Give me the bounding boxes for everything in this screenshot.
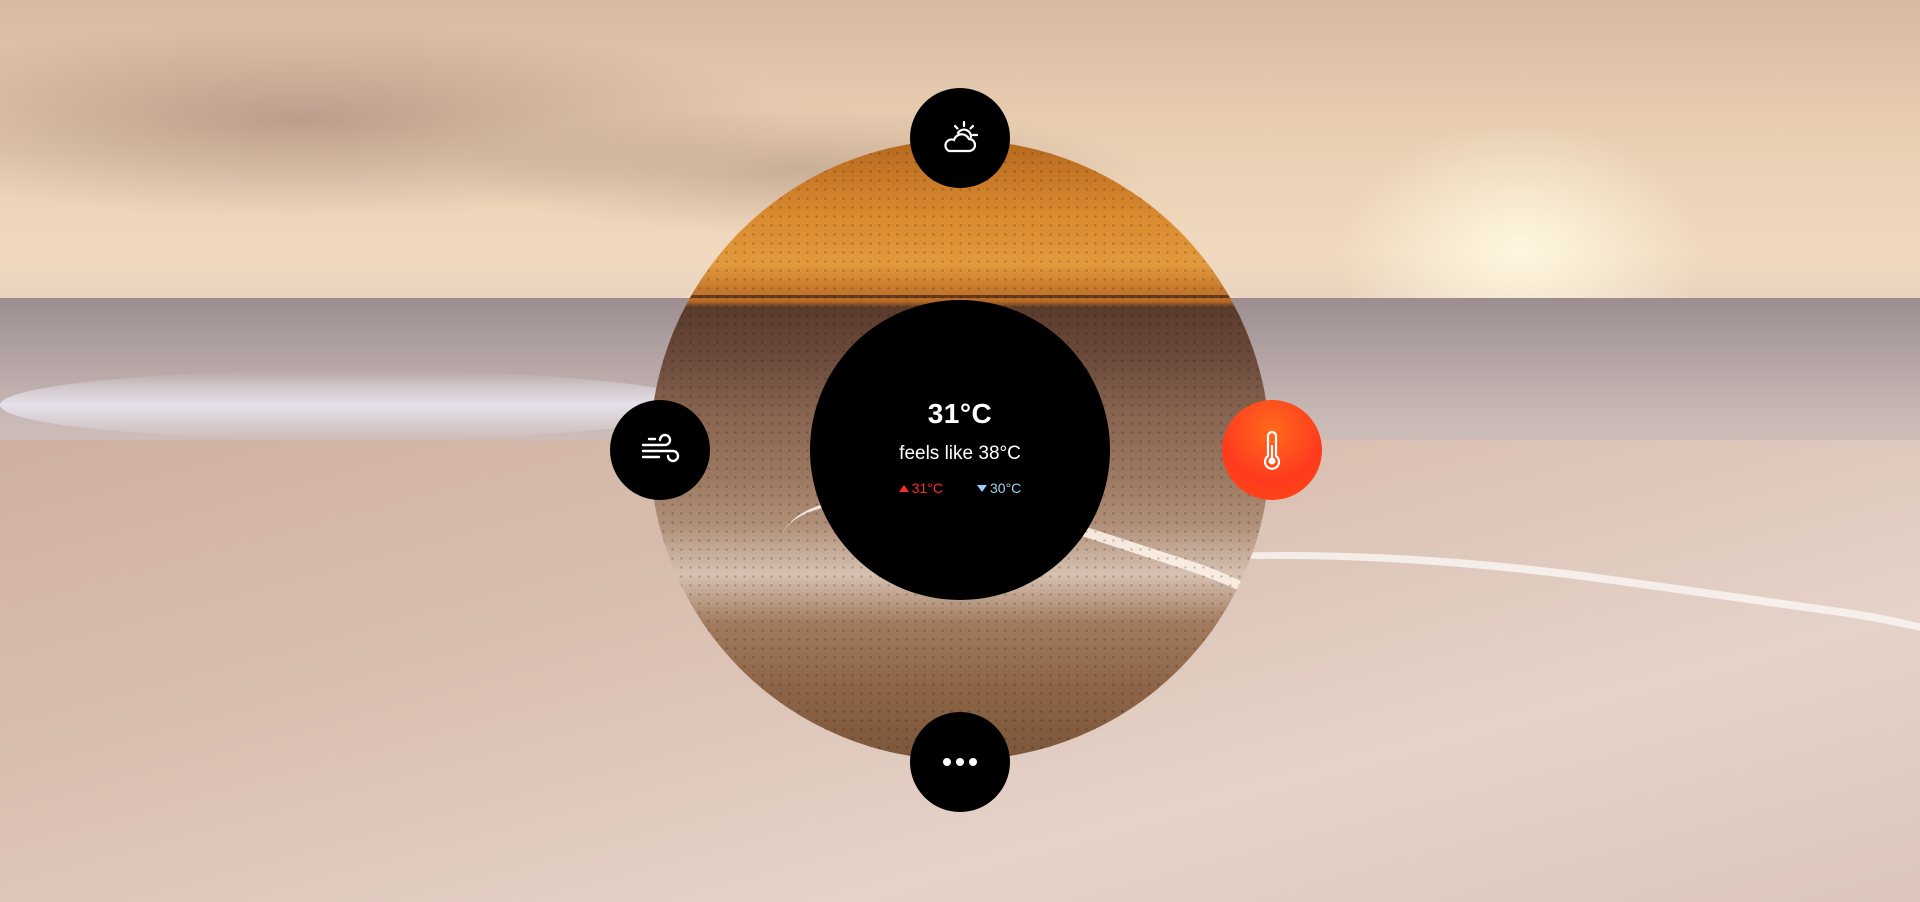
wind-button[interactable] (610, 400, 710, 500)
more-dots-icon (942, 757, 978, 767)
partly-sunny-icon (940, 120, 980, 156)
high-temperature-value: 31°C (911, 480, 943, 496)
feels-like-text: feels like 38°C (899, 443, 1021, 464)
wind-icon (639, 432, 681, 468)
low-temperature-value: 30°C (990, 480, 1022, 496)
thermometer-icon (1260, 430, 1284, 470)
arrow-up-icon (898, 484, 909, 492)
temperature-range: 31°C 30°C (810, 480, 1110, 496)
more-button[interactable] (910, 712, 1010, 812)
arrow-down-icon (977, 484, 987, 492)
weather-conditions-button[interactable] (910, 88, 1010, 188)
low-temperature: 30°C (977, 480, 1021, 496)
wave-foam (0, 370, 700, 440)
weather-widget: 31°C feels like 38°C 31°C 30°C (610, 88, 1322, 812)
app-stage: 31°C feels like 38°C 31°C 30°C (0, 0, 1920, 902)
temperature-core: 31°C feels like 38°C 31°C 30°C (810, 300, 1110, 600)
high-temperature: 31°C (898, 480, 943, 496)
temperature-button[interactable] (1222, 400, 1322, 500)
current-temperature: 31°C (927, 398, 993, 429)
